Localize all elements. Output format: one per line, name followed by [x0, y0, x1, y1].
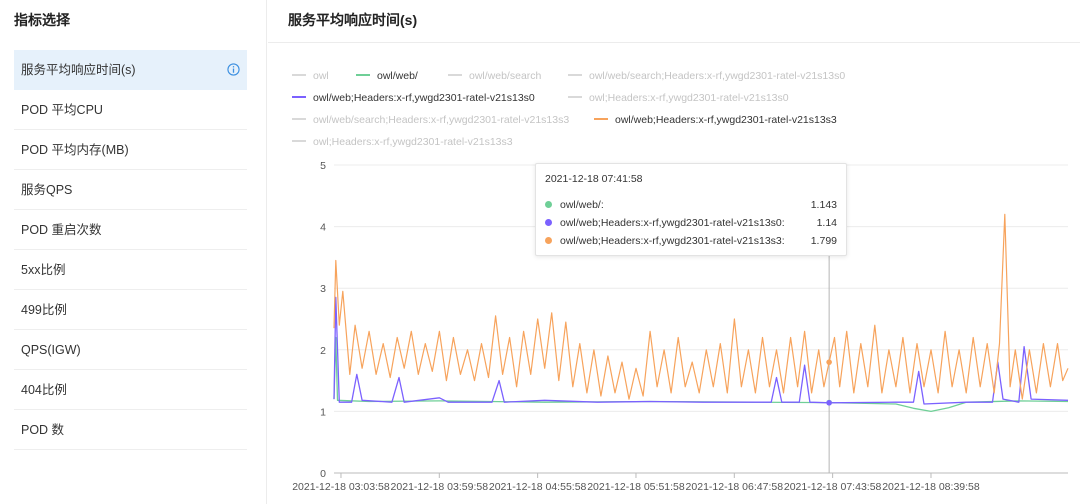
legend-item[interactable]: owl;Headers:x-rf,ywgd2301-ratel-v21s13s0: [568, 90, 789, 112]
tooltip-time: 2021-12-18 07:41:58: [545, 173, 643, 185]
metric-item[interactable]: 服务QPS: [14, 170, 247, 210]
tooltip-row: owl/web;Headers:x-rf,ywgd2301-ratel-v21s…: [545, 215, 839, 231]
legend-item[interactable]: owl/web/search;Headers:x-rf,ywgd2301-rat…: [568, 68, 845, 90]
chart-tooltip: 2021-12-18 07:41:58 owl/web/: 1.143 owl/…: [535, 163, 847, 256]
legend-swatch: [568, 74, 582, 77]
metric-item-label: 499比例: [21, 303, 67, 317]
legend-item[interactable]: owl/web;Headers:x-rf,ywgd2301-ratel-v21s…: [594, 112, 837, 134]
tooltip-value: 1.14: [816, 217, 837, 229]
metric-item[interactable]: QPS(IGW): [14, 330, 247, 370]
legend-swatch: [356, 74, 370, 77]
legend-label: owl;Headers:x-rf,ywgd2301-ratel-v21s13s3: [313, 136, 513, 148]
metric-sidebar: 指标选择 服务平均响应时间(s) POD 平均CPU POD 平均内存(MB) 服务Q…: [0, 0, 267, 504]
legend-label: owl/web/: [377, 70, 418, 82]
legend-item[interactable]: owl/web;Headers:x-rf,ywgd2301-ratel-v21s…: [292, 90, 535, 112]
tooltip-dot: [545, 218, 552, 226]
sidebar-title: 指标选择: [14, 12, 70, 28]
metric-item-label: POD 数: [21, 423, 65, 437]
legend-item[interactable]: owl/web/search;Headers:x-rf,ywgd2301-rat…: [292, 112, 569, 134]
metric-list: 服务平均响应时间(s) POD 平均CPU POD 平均内存(MB) 服务QPS POD…: [14, 50, 247, 450]
metric-item-label: POD 平均内存(MB): [21, 143, 129, 157]
legend-label: owl/web;Headers:x-rf,ywgd2301-ratel-v21s…: [615, 114, 837, 126]
legend-row: owl/web/search;Headers:x-rf,ywgd2301-rat…: [292, 112, 1072, 134]
tooltip-series-name: owl/web;Headers:x-rf,ywgd2301-ratel-v21s…: [560, 235, 785, 247]
legend-label: owl/web/search;Headers:x-rf,ywgd2301-rat…: [313, 114, 570, 126]
metric-item[interactable]: POD 重启次数: [14, 210, 247, 250]
legend-label: owl: [313, 70, 329, 82]
tooltip-dot: [545, 236, 552, 244]
legend-item[interactable]: owl: [292, 68, 329, 90]
info-icon[interactable]: [227, 63, 240, 76]
legend-label: owl;Headers:x-rf,ywgd2301-ratel-v21s13s0: [589, 92, 789, 104]
metric-item[interactable]: POD 数: [14, 410, 247, 450]
legend-label: owl/web/search: [469, 70, 542, 82]
metric-item[interactable]: 404比例: [14, 370, 247, 410]
legend-row: owl owl/web/owl/web/search owl/web/search;…: [292, 68, 1072, 90]
metric-item-label: 404比例: [21, 383, 67, 397]
metric-item[interactable]: 服务平均响应时间(s): [14, 50, 247, 90]
title-divider: [268, 42, 1080, 43]
legend-swatch: [292, 140, 306, 143]
tooltip-row: owl/web/: 1.143: [545, 197, 839, 213]
metric-item-label: 5xx比例: [21, 263, 66, 277]
legend-label: owl/web;Headers:x-rf,ywgd2301-ratel-v21s…: [313, 92, 535, 104]
legend-swatch: [292, 74, 306, 77]
legend-swatch: [448, 74, 462, 77]
legend-item[interactable]: owl;Headers:x-rf,ywgd2301-ratel-v21s13s3: [292, 134, 513, 156]
metric-item-label: 服务QPS: [21, 183, 73, 197]
tooltip-series-name: owl/web;Headers:x-rf,ywgd2301-ratel-v21s…: [560, 217, 785, 229]
legend-item[interactable]: owl/web/: [356, 68, 418, 90]
metric-item-label: POD 重启次数: [21, 223, 102, 237]
tooltip-series-name: owl/web/:: [560, 199, 604, 211]
metric-item-label: QPS(IGW): [21, 343, 81, 357]
legend-swatch: [568, 96, 582, 99]
legend-item[interactable]: owl/web/search: [448, 68, 541, 90]
legend-label: owl/web/search;Headers:x-rf,ywgd2301-rat…: [589, 70, 846, 82]
metric-item[interactable]: 499比例: [14, 290, 247, 330]
metric-item[interactable]: 5xx比例: [14, 250, 247, 290]
legend-swatch: [292, 118, 306, 121]
metric-item-label: 服务平均响应时间(s): [21, 63, 136, 77]
tooltip-value: 1.143: [810, 199, 837, 211]
legend-row: owl/web;Headers:x-rf,ywgd2301-ratel-v21s…: [292, 90, 1072, 112]
metric-item[interactable]: POD 平均CPU: [14, 90, 247, 130]
legend-swatch: [292, 96, 306, 99]
legend-row: owl;Headers:x-rf,ywgd2301-ratel-v21s13s3: [292, 134, 1072, 156]
legend: owl owl/web/owl/web/search owl/web/search;…: [292, 68, 1072, 156]
tooltip-dot: [545, 200, 552, 208]
metric-item[interactable]: POD 平均内存(MB): [14, 130, 247, 170]
tooltip-row: owl/web;Headers:x-rf,ywgd2301-ratel-v21s…: [545, 233, 839, 249]
legend-swatch: [594, 118, 608, 121]
chart-title: 服务平均响应时间(s): [288, 12, 418, 28]
metric-item-label: POD 平均CPU: [21, 103, 103, 117]
tooltip-value: 1.799: [810, 235, 837, 247]
